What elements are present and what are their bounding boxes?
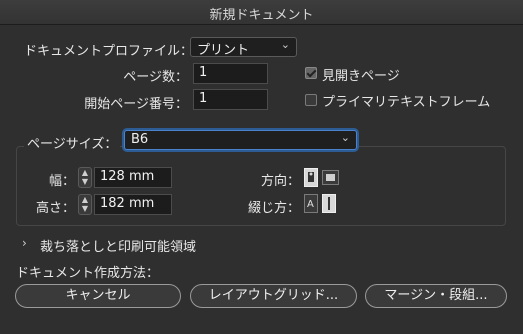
page-size-select[interactable]: B6 ⌄	[124, 130, 357, 150]
binding-right-icon[interactable]	[322, 194, 336, 213]
start-page-label: 開始ページ番号：	[84, 97, 188, 112]
chevron-down-icon: ⌄	[280, 38, 290, 51]
binding-label: 綴じ方：	[247, 201, 300, 216]
primary-text-frame-checkbox[interactable]	[305, 94, 317, 106]
title-bar: 新規ドキュメント	[0, 0, 523, 25]
height-input[interactable]: 182 mm	[94, 194, 172, 215]
layout-grid-button[interactable]: レイアウトグリッド...	[190, 284, 357, 308]
height-stepper[interactable]: ▲ ▼	[78, 194, 92, 215]
width-stepper[interactable]: ▲ ▼	[78, 167, 92, 188]
width-label: 幅：	[48, 174, 75, 189]
page-size-label: ページサイズ：	[24, 133, 121, 152]
profile-value: プリント	[197, 43, 250, 58]
profile-select[interactable]: プリント ⌄	[190, 37, 297, 58]
window-title: 新規ドキュメント	[209, 8, 314, 23]
chevron-down-icon: ⌄	[340, 131, 350, 144]
facing-pages-label: 見開きページ	[322, 69, 400, 84]
facing-pages-checkbox[interactable]	[305, 67, 317, 79]
binding-left-icon[interactable]: A	[304, 194, 318, 213]
pages-input[interactable]: 1	[193, 63, 268, 84]
pages-label: ページ数：	[123, 70, 188, 85]
height-label: 高さ：	[35, 201, 75, 216]
create-method-label: ドキュメント作成方法：	[16, 266, 160, 281]
margins-columns-button[interactable]: マージン・段組...	[365, 284, 507, 308]
page-size-value: B6	[131, 132, 149, 147]
chevron-right-icon[interactable]: ›	[22, 236, 27, 250]
landscape-icon[interactable]	[322, 170, 339, 185]
width-input[interactable]: 128 mm	[94, 167, 172, 188]
profile-label: ドキュメントプロファイル：	[24, 44, 194, 59]
start-page-input[interactable]: 1	[193, 89, 268, 110]
bleed-slug-label[interactable]: 裁ち落としと印刷可能領域	[40, 236, 196, 255]
svg-text:A: A	[307, 199, 314, 210]
orientation-label: 方向：	[260, 174, 300, 189]
primary-text-frame-label: プライマリテキストフレーム	[322, 95, 491, 110]
portrait-icon[interactable]	[304, 168, 318, 187]
cancel-button[interactable]: キャンセル	[15, 284, 181, 308]
